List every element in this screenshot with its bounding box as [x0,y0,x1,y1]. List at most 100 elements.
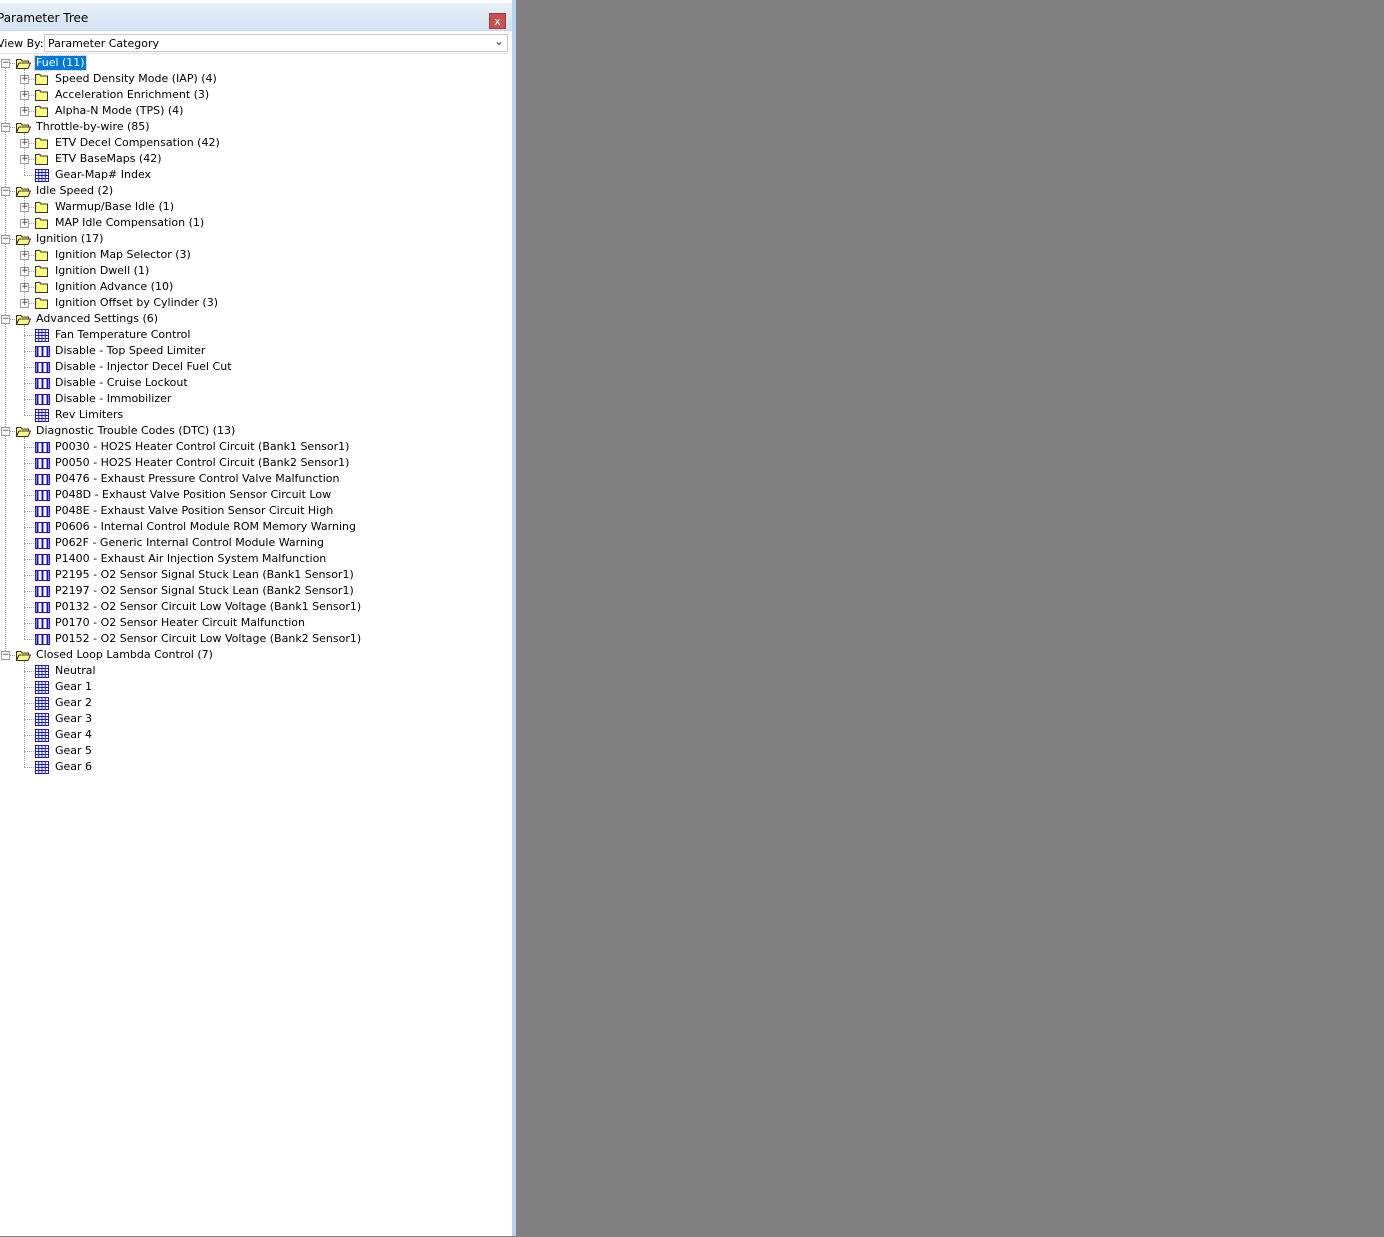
tree-category-node[interactable]: − Diagnostic Trouble Codes (DTC) (13) [0,423,509,439]
tree-node-label[interactable]: Disable - Immobilizer [54,392,172,406]
tree-node-label[interactable]: Fuel (11) [34,55,87,71]
tree-item-node[interactable]: P0152 - O2 Sensor Circuit Low Voltage (B… [0,631,509,647]
tree-node-label[interactable]: Rev Limiters [54,408,124,422]
collapse-icon[interactable]: − [1,315,10,324]
expand-icon[interactable]: + [20,219,29,228]
tree-node-label[interactable]: Diagnostic Trouble Codes (DTC) (13) [35,424,236,438]
tree-item-node[interactable]: P0050 - HO2S Heater Control Circuit (Ban… [0,455,509,471]
expand-icon[interactable]: + [20,283,29,292]
tree-node-label[interactable]: Gear-Map# Index [54,168,152,182]
tree-item-node[interactable]: P0606 - Internal Control Module ROM Memo… [0,519,509,535]
tree-node-label[interactable]: P1400 - Exhaust Air Injection System Mal… [54,552,327,566]
tree-node-label[interactable]: Ignition (17) [35,232,104,246]
tree-node-label[interactable]: P0050 - HO2S Heater Control Circuit (Ban… [54,456,350,470]
tree-item-node[interactable]: P0476 - Exhaust Pressure Control Valve M… [0,471,509,487]
tree-node-label[interactable]: P048E - Exhaust Valve Position Sensor Ci… [54,504,334,518]
parameter-tree[interactable]: − Fuel (11) + Speed Density Mode (IAP) (4) +… [0,53,509,1237]
tree-item-node[interactable]: Disable - Cruise Lockout [0,375,509,391]
tree-node-label[interactable]: Ignition Offset by Cylinder (3) [54,296,219,310]
tree-item-node[interactable]: P0132 - O2 Sensor Circuit Low Voltage (B… [0,599,509,615]
tree-node-label[interactable]: ETV BaseMaps (42) [54,152,163,166]
collapse-icon[interactable]: − [1,59,10,68]
tree-item-node[interactable]: Fan Temperature Control [0,327,509,343]
tree-node-label[interactable]: ETV Decel Compensation (42) [54,136,221,150]
tree-item-node[interactable]: Gear 3 [0,711,509,727]
tree-node-label[interactable]: Ignition Advance (10) [54,280,174,294]
tree-item-node[interactable]: P0030 - HO2S Heater Control Circuit (Ban… [0,439,509,455]
tree-item-node[interactable]: Neutral [0,663,509,679]
tree-node-label[interactable]: P0132 - O2 Sensor Circuit Low Voltage (B… [54,600,362,614]
expand-icon[interactable]: + [20,91,29,100]
tree-item-node[interactable]: + ETV BaseMaps (42) [0,151,509,167]
tree-node-label[interactable]: Closed Loop Lambda Control (7) [35,648,214,662]
tree-item-node[interactable]: Gear 6 [0,759,509,775]
tree-item-node[interactable]: P1400 - Exhaust Air Injection System Mal… [0,551,509,567]
expand-icon[interactable]: + [20,75,29,84]
tree-node-label[interactable]: Neutral [54,664,97,678]
expand-icon[interactable]: + [20,299,29,308]
tree-item-node[interactable]: P048E - Exhaust Valve Position Sensor Ci… [0,503,509,519]
view-by-dropdown[interactable]: Parameter Category ⌄ [44,34,508,52]
expand-icon[interactable]: + [20,139,29,148]
tree-item-node[interactable]: Gear 4 [0,727,509,743]
tree-item-node[interactable]: + Ignition Dwell (1) [0,263,509,279]
tree-item-node[interactable]: Disable - Immobilizer [0,391,509,407]
tree-node-label[interactable]: P0170 - O2 Sensor Heater Circuit Malfunc… [54,616,306,630]
close-button[interactable]: x [489,13,506,29]
tree-category-node[interactable]: − Fuel (11) [0,55,509,71]
tree-item-node[interactable]: P048D - Exhaust Valve Position Sensor Ci… [0,487,509,503]
tree-item-node[interactable]: P2197 - O2 Sensor Signal Stuck Lean (Ban… [0,583,509,599]
collapse-icon[interactable]: − [1,427,10,436]
tree-node-label[interactable]: Gear 3 [54,712,93,726]
tree-node-label[interactable]: P0152 - O2 Sensor Circuit Low Voltage (B… [54,632,362,646]
tree-item-node[interactable]: + Ignition Advance (10) [0,279,509,295]
tree-category-node[interactable]: − Closed Loop Lambda Control (7) [0,647,509,663]
tree-node-label[interactable]: Disable - Injector Decel Fuel Cut [54,360,233,374]
tree-node-label[interactable]: Disable - Cruise Lockout [54,376,189,390]
tree-node-label[interactable]: Fan Temperature Control [54,328,191,342]
panel-titlebar[interactable]: Parameter Tree x [0,3,512,31]
tree-category-node[interactable]: − Throttle-by-wire (85) [0,119,509,135]
tree-item-node[interactable]: Gear 5 [0,743,509,759]
tree-item-node[interactable]: + Ignition Map Selector (3) [0,247,509,263]
tree-item-node[interactable]: + Acceleration Enrichment (3) [0,87,509,103]
tree-node-label[interactable]: Gear 1 [54,680,93,694]
tree-node-label[interactable]: Ignition Map Selector (3) [54,248,192,262]
collapse-icon[interactable]: − [1,651,10,660]
expand-icon[interactable]: + [20,203,29,212]
tree-node-label[interactable]: MAP Idle Compensation (1) [54,216,205,230]
tree-item-node[interactable]: Disable - Top Speed Limiter [0,343,509,359]
tree-node-label[interactable]: Warmup/Base Idle (1) [54,200,175,214]
expand-icon[interactable]: + [20,155,29,164]
tree-item-node[interactable]: Rev Limiters [0,407,509,423]
collapse-icon[interactable]: − [1,187,10,196]
tree-node-label[interactable]: Gear 2 [54,696,93,710]
tree-node-label[interactable]: Advanced Settings (6) [35,312,159,326]
tree-item-node[interactable]: P0170 - O2 Sensor Heater Circuit Malfunc… [0,615,509,631]
tree-item-node[interactable]: + MAP Idle Compensation (1) [0,215,509,231]
tree-node-label[interactable]: Throttle-by-wire (85) [35,120,151,134]
tree-node-label[interactable]: Ignition Dwell (1) [54,264,150,278]
collapse-icon[interactable]: − [1,235,10,244]
tree-item-node[interactable]: Gear 1 [0,679,509,695]
tree-node-label[interactable]: Gear 5 [54,744,93,758]
collapse-icon[interactable]: − [1,123,10,132]
tree-node-label[interactable]: Idle Speed (2) [35,184,114,198]
tree-node-label[interactable]: Gear 4 [54,728,93,742]
tree-item-node[interactable]: P062F - Generic Internal Control Module … [0,535,509,551]
tree-node-label[interactable]: P0030 - HO2S Heater Control Circuit (Ban… [54,440,350,454]
expand-icon[interactable]: + [20,267,29,276]
tree-node-label[interactable]: P2195 - O2 Sensor Signal Stuck Lean (Ban… [54,568,355,582]
tree-node-label[interactable]: Alpha-N Mode (TPS) (4) [54,104,184,118]
tree-category-node[interactable]: − Idle Speed (2) [0,183,509,199]
tree-item-node[interactable]: P2195 - O2 Sensor Signal Stuck Lean (Ban… [0,567,509,583]
tree-item-node[interactable]: + Warmup/Base Idle (1) [0,199,509,215]
tree-item-node[interactable]: + Ignition Offset by Cylinder (3) [0,295,509,311]
tree-item-node[interactable]: Gear 2 [0,695,509,711]
tree-item-node[interactable]: + Speed Density Mode (IAP) (4) [0,71,509,87]
expand-icon[interactable]: + [20,107,29,116]
tree-node-label[interactable]: Speed Density Mode (IAP) (4) [54,72,218,86]
tree-node-label[interactable]: P0606 - Internal Control Module ROM Memo… [54,520,357,534]
chevron-down-icon[interactable]: ⌄ [494,34,504,48]
tree-item-node[interactable]: Disable - Injector Decel Fuel Cut [0,359,509,375]
